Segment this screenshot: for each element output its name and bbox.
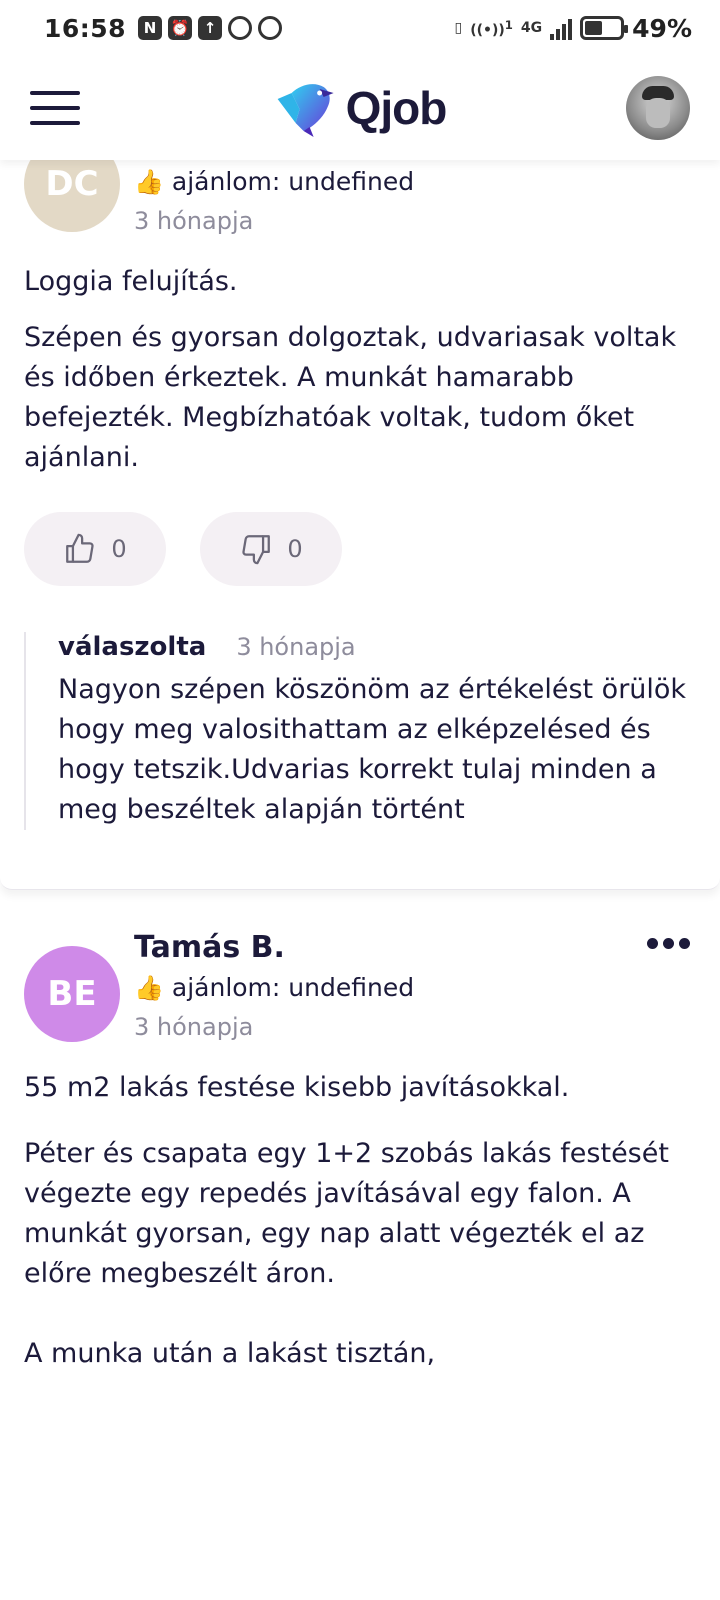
battery-icon [580,16,629,40]
status-time: 16:58 [44,13,127,43]
dislike-button[interactable]: 0 [200,512,342,586]
status-right-icons: ▯ ((•))1 4G 49% [455,14,692,43]
review-meta: Tamás B. 👍 ajánlom: undefined 3 hónapja [134,928,414,1046]
review-title: 55 m2 lakás festése kisebb javításokkal. [24,1072,570,1103]
chrome-icon [228,16,253,40]
recommend-text: ajánlom: undefined [171,167,415,196]
network-type: 4G [520,20,543,36]
more-options-icon[interactable] [647,938,690,949]
review-time: 3 hónapja [134,207,254,235]
reply-text: Nagyon szépen köszönöm az értékelést örü… [58,674,687,825]
reviewer-avatar: BE [24,946,120,1042]
like-button[interactable]: 0 [24,512,166,586]
dislike-count: 0 [287,535,303,563]
review-body-continued: A munka után a lakást tisztán, [24,1338,436,1369]
battery-percent: 49% [632,13,692,43]
reply-author: válaszolta [58,632,207,662]
thumbs-up-emoji-icon: 👍 [134,168,164,196]
chrome-icon [258,16,283,40]
reply-time: 3 hónapja [236,633,356,661]
reviews-list: DC 👍 ajánlom: undefined 3 hónapja Loggia… [0,136,720,1374]
thumbs-down-icon [242,535,271,565]
signal-icon [550,16,573,40]
nfc-icon: N [138,16,163,40]
review-body: Szépen és gyorsan dolgoztak, udvariasak … [24,322,677,473]
hotspot-icon: ((•))1 [470,17,513,39]
vibrate-icon: ▯ [454,20,463,36]
profile-avatar[interactable] [626,76,690,140]
thumbs-up-icon [66,533,94,563]
qjob-logo[interactable]: Qjob [274,79,447,137]
reviewer-name[interactable]: Tamás B. [134,928,414,968]
vote-buttons: 0 0 [24,512,696,586]
recommend-text: ajánlom: undefined [171,973,415,1002]
status-left-icons: N ⏰ ↑ [138,16,283,40]
recommend-line: 👍 ajánlom: undefined [134,162,414,202]
recommend-line: 👍 ajánlom: undefined [134,968,414,1008]
logo-text: Qjob [345,82,448,134]
review-divider [0,872,720,890]
reply-header: válaszolta 3 hónapja [58,632,696,662]
qjob-bird-icon [277,84,334,137]
app-header: Qjob [0,56,720,160]
review-card: BE Tamás B. 👍 ajánlom: undefined 3 hónap… [0,928,720,1374]
owner-reply: válaszolta 3 hónapja Nagyon szépen köszö… [24,632,696,830]
battery-level [585,21,602,35]
review-time: 3 hónapja [134,1013,254,1041]
like-count: 0 [111,535,127,563]
thumbs-up-emoji-icon: 👍 [134,974,164,1002]
upload-icon: ↑ [198,16,223,40]
review-title: Loggia felujítás. [24,266,238,297]
review-header: BE Tamás B. 👍 ajánlom: undefined 3 hónap… [24,928,696,1046]
status-bar: 16:58 N ⏰ ↑ ▯ ((•))1 4G 49% [0,0,720,56]
alarm-icon: ⏰ [168,16,193,40]
review-body: Péter és csapata egy 1+2 szobás lakás fe… [24,1138,669,1289]
review-card: DC 👍 ajánlom: undefined 3 hónapja Loggia… [0,136,720,830]
menu-icon[interactable] [30,91,80,125]
